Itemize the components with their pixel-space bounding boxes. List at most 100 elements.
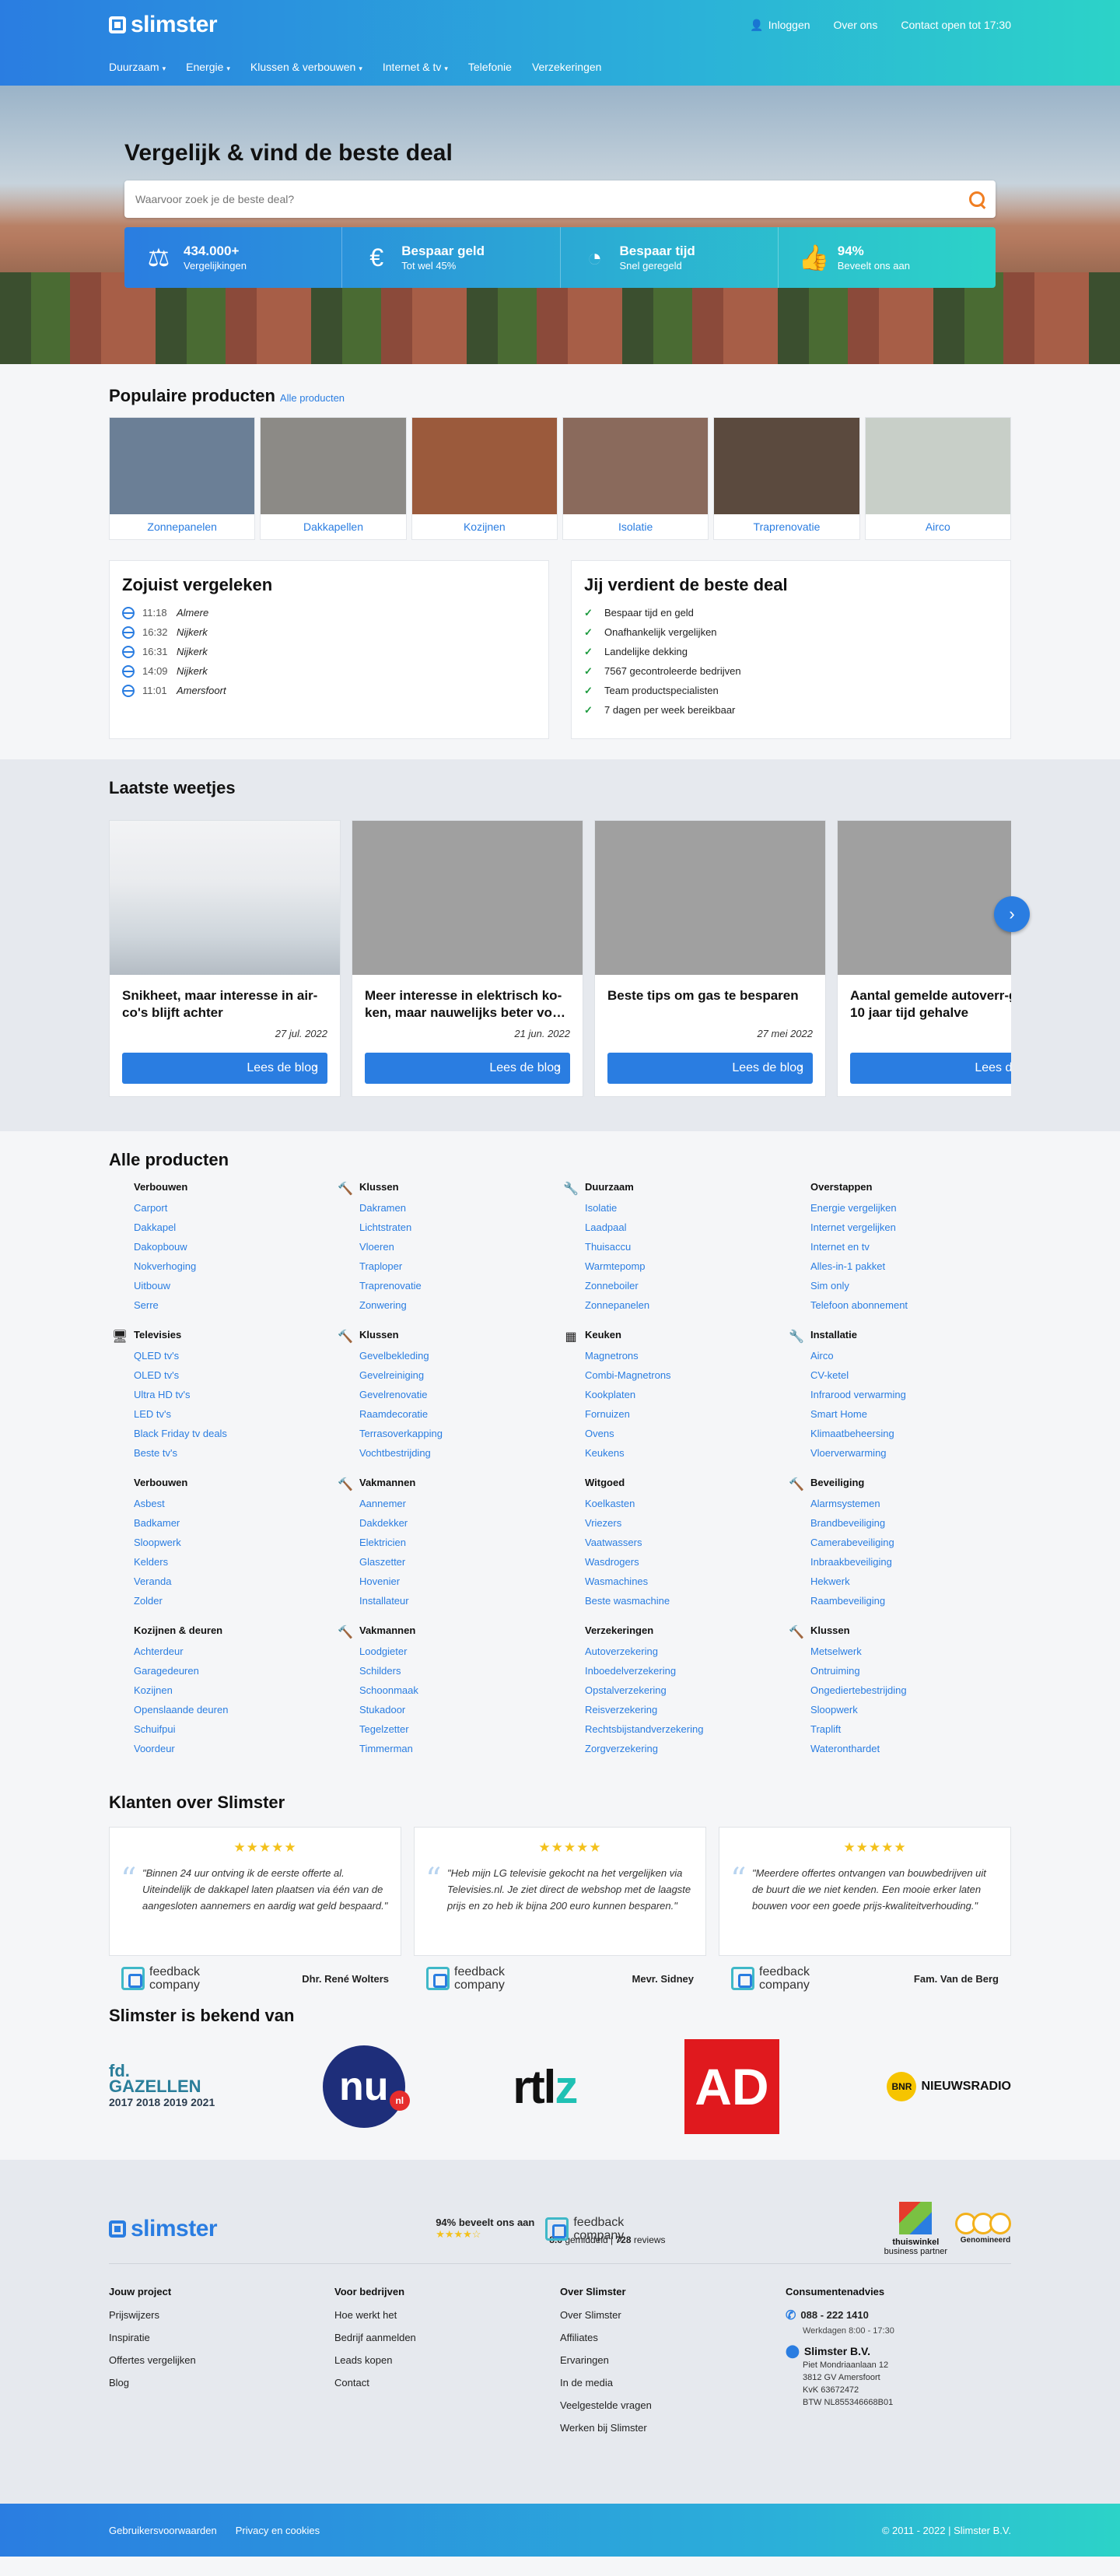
category-link[interactable]: Alarmsystemen <box>810 1494 1011 1513</box>
read-blog-button[interactable]: Lees de blog› <box>365 1053 570 1084</box>
category-link[interactable]: Vloerverwarming <box>810 1443 1011 1463</box>
contact-link[interactable]: Contact open tot 17:30 <box>901 19 1011 31</box>
category-link[interactable]: Hekwerk <box>810 1572 1011 1591</box>
category-link[interactable]: Ongediertebestrijding <box>810 1681 1011 1700</box>
category-link[interactable]: Serre <box>134 1295 334 1315</box>
footer-link[interactable]: Bedrijf aanmelden <box>334 2326 560 2349</box>
nav-item-0[interactable]: Duurzaam ▾ <box>109 61 166 73</box>
category-link[interactable]: Asbest <box>134 1494 334 1513</box>
category-link[interactable]: Gevelreiniging <box>359 1365 560 1385</box>
footer-link[interactable]: Ervaringen <box>560 2349 786 2371</box>
about-link[interactable]: Over ons <box>834 19 878 31</box>
nav-item-1[interactable]: Energie ▾ <box>186 61 230 73</box>
category-link[interactable]: Inbraakbeveiliging <box>810 1552 1011 1572</box>
footer-link[interactable]: Offertes vergelijken <box>109 2349 334 2371</box>
read-blog-button[interactable]: Lees de blog› <box>122 1053 327 1084</box>
category-link[interactable]: Hovenier <box>359 1572 560 1591</box>
category-link[interactable]: QLED tv's <box>134 1346 334 1365</box>
read-blog-button[interactable]: Lees de blog› <box>607 1053 813 1084</box>
product-card[interactable]: Traprenovatie <box>713 417 860 540</box>
category-link[interactable]: Openslaande deuren <box>134 1700 334 1719</box>
footer-bottom-link[interactable]: Gebruikersvoorwaarden <box>109 2525 217 2536</box>
category-link[interactable]: Klimaatbeheersing <box>810 1424 1011 1443</box>
category-link[interactable]: LED tv's <box>134 1404 334 1424</box>
footer-link[interactable]: Leads kopen <box>334 2349 560 2371</box>
category-link[interactable]: Fornuizen <box>585 1404 786 1424</box>
category-link[interactable]: Zonwering <box>359 1295 560 1315</box>
category-link[interactable]: Metselwerk <box>810 1642 1011 1661</box>
category-link[interactable]: Internet en tv <box>810 1237 1011 1256</box>
category-link[interactable]: Loodgieter <box>359 1642 560 1661</box>
search-icon[interactable] <box>969 191 985 207</box>
product-card[interactable]: Kozijnen <box>411 417 558 540</box>
category-link[interactable]: Zolder <box>134 1591 334 1610</box>
blog-card-title[interactable]: Aantal gemelde autoverr-gen in 10 jaar t… <box>838 975 1011 1025</box>
category-link[interactable]: Achterdeur <box>134 1642 334 1661</box>
category-link[interactable]: Reisverzekering <box>585 1700 786 1719</box>
footer-bottom-link[interactable]: Privacy en cookies <box>236 2525 320 2536</box>
nav-item-4[interactable]: Telefonie <box>468 61 512 73</box>
blog-card-title[interactable]: Snikheet, maar interesse in air-co's bli… <box>110 975 340 1025</box>
category-link[interactable]: Traplift <box>810 1719 1011 1739</box>
footer-link[interactable]: Prijswijzers <box>109 2304 334 2326</box>
category-link[interactable]: CV-ketel <box>810 1365 1011 1385</box>
category-link[interactable]: Opstalverzekering <box>585 1681 786 1700</box>
category-link[interactable]: Ontruiming <box>810 1661 1011 1681</box>
footer-link[interactable]: Over Slimster <box>560 2304 786 2326</box>
category-link[interactable]: Zonneboiler <box>585 1276 786 1295</box>
category-link[interactable]: Alles-in-1 pakket <box>810 1256 1011 1276</box>
nav-item-5[interactable]: Verzekeringen <box>532 61 602 73</box>
footer-link[interactable]: Veelgestelde vragen <box>560 2394 786 2417</box>
category-link[interactable]: Brandbeveiliging <box>810 1513 1011 1533</box>
footer-link[interactable]: Affiliates <box>560 2326 786 2349</box>
category-link[interactable]: Stukadoor <box>359 1700 560 1719</box>
category-link[interactable]: Sloopwerk <box>810 1700 1011 1719</box>
footer-link[interactable]: Hoe werkt het <box>334 2304 560 2326</box>
category-link[interactable]: Zorgverzekering <box>585 1739 786 1758</box>
category-link[interactable]: Terrasoverkapping <box>359 1424 560 1443</box>
category-link[interactable]: Schoonmaak <box>359 1681 560 1700</box>
blog-card-title[interactable]: Beste tips om gas te besparen <box>595 975 825 1025</box>
nav-item-3[interactable]: Internet & tv ▾ <box>383 61 448 73</box>
category-link[interactable]: Carport <box>134 1198 334 1218</box>
category-link[interactable]: Isolatie <box>585 1198 786 1218</box>
category-link[interactable]: Internet vergelijken <box>810 1218 1011 1237</box>
category-link[interactable]: Wasmachines <box>585 1572 786 1591</box>
category-link[interactable]: Dakkapel <box>134 1218 334 1237</box>
product-card[interactable]: Zonnepanelen <box>109 417 256 540</box>
category-link[interactable]: Raambeveiliging <box>810 1591 1011 1610</box>
login-link[interactable]: 👤 Inloggen <box>750 19 810 32</box>
category-link[interactable]: Gevelrenovatie <box>359 1385 560 1404</box>
category-link[interactable]: Ultra HD tv's <box>134 1385 334 1404</box>
category-link[interactable]: Zonnepanelen <box>585 1295 786 1315</box>
category-link[interactable]: Timmerman <box>359 1739 560 1758</box>
category-link[interactable]: Dakdekker <box>359 1513 560 1533</box>
category-link[interactable]: Glaszetter <box>359 1552 560 1572</box>
footer-link[interactable]: Werken bij Slimster <box>560 2417 786 2439</box>
search-input[interactable] <box>135 193 900 205</box>
category-link[interactable]: Airco <box>810 1346 1011 1365</box>
phone-link[interactable]: 088 - 222 1410 <box>800 2304 868 2326</box>
carousel-next-button[interactable]: › <box>994 896 1030 932</box>
category-link[interactable]: Uitbouw <box>134 1276 334 1295</box>
category-link[interactable]: Kelders <box>134 1552 334 1572</box>
category-link[interactable]: Dakramen <box>359 1198 560 1218</box>
category-link[interactable]: Combi-Magnetrons <box>585 1365 786 1385</box>
footer-link[interactable]: Blog <box>109 2371 334 2394</box>
category-link[interactable]: Badkamer <box>134 1513 334 1533</box>
category-link[interactable]: Koelkasten <box>585 1494 786 1513</box>
category-link[interactable]: Sim only <box>810 1276 1011 1295</box>
category-link[interactable]: Wateronthardet <box>810 1739 1011 1758</box>
category-link[interactable]: Raamdecoratie <box>359 1404 560 1424</box>
category-link[interactable]: Magnetrons <box>585 1346 786 1365</box>
category-link[interactable]: Voordeur <box>134 1739 334 1758</box>
category-link[interactable]: Garagedeuren <box>134 1661 334 1681</box>
footer-link[interactable]: Contact <box>334 2371 560 2394</box>
product-card[interactable]: Isolatie <box>562 417 709 540</box>
category-link[interactable]: Warmtepomp <box>585 1256 786 1276</box>
product-card[interactable]: Dakkapellen <box>260 417 407 540</box>
category-link[interactable]: Veranda <box>134 1572 334 1591</box>
category-link[interactable]: Beste tv's <box>134 1443 334 1463</box>
category-link[interactable]: Infrarood verwarming <box>810 1385 1011 1404</box>
category-link[interactable]: Telefoon abonnement <box>810 1295 1011 1315</box>
